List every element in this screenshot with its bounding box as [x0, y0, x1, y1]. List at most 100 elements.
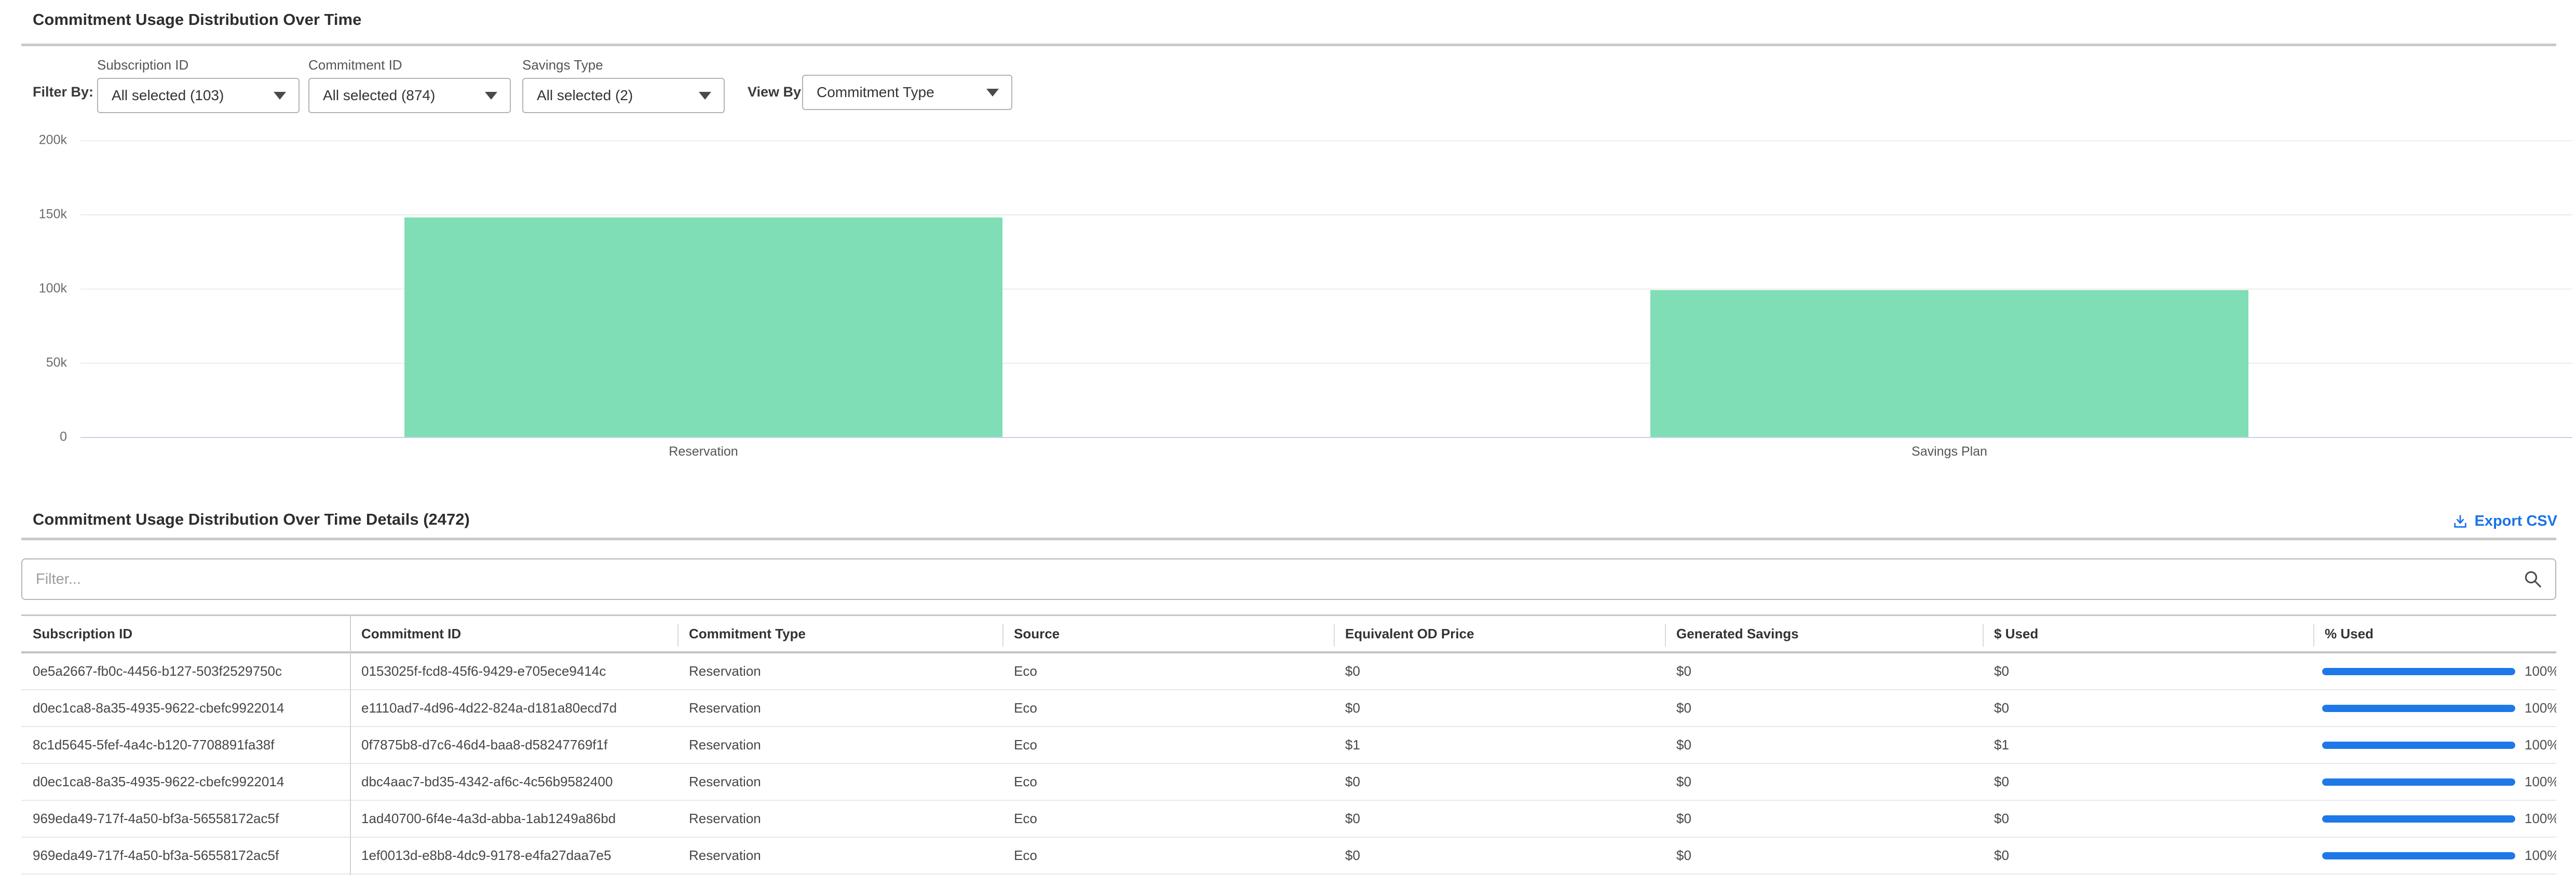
cell-subscription-id: 969eda49-717f-4a50-bf3a-56558172ac5f: [21, 847, 350, 864]
chevron-down-icon: [274, 92, 286, 100]
cell-equivalent-od-price: $0: [1334, 700, 1665, 716]
page-title: Commitment Usage Distribution Over Time: [33, 10, 361, 29]
cell-used-percent: 100%: [2313, 811, 2556, 827]
table-header-row: Subscription IDCommitment IDCommitment T…: [21, 614, 2556, 653]
cell-used-dollars: $0: [1983, 774, 2313, 790]
cell-used-dollars: $1: [1983, 737, 2313, 753]
details-table: Subscription IDCommitment IDCommitment T…: [21, 614, 2556, 875]
cell-source: Eco: [1002, 663, 1334, 679]
table-row: d0ec1ca8-8a35-4935-9622-cbefc9922014dbc4…: [21, 764, 2556, 801]
column-divider: [350, 614, 351, 875]
filter-group: Commitment ID All selected (874): [308, 57, 511, 113]
usage-progress-bar: [2322, 668, 2515, 675]
table-body: 0e5a2667-fb0c-4456-b127-503f2529750c0153…: [21, 653, 2556, 874]
gridline: [80, 437, 2572, 438]
used-percent-label: 100%: [2525, 663, 2556, 679]
view-by-dropdown[interactable]: Commitment Type: [802, 75, 1012, 110]
dropdown-value: All selected (2): [537, 87, 633, 104]
cell-source: Eco: [1002, 774, 1334, 790]
used-percent-label: 100%: [2525, 737, 2556, 753]
usage-progress-bar: [2322, 815, 2515, 823]
chart-band: Savings Plan: [1326, 140, 2572, 437]
cell-commitment-id: dbc4aac7-bd35-4342-af6c-4c56b9582400: [350, 774, 677, 790]
filter-by-label: Filter By:: [33, 84, 93, 100]
used-percent-label: 100%: [2525, 700, 2556, 716]
filter-dropdown-label: Savings Type: [522, 57, 725, 73]
cell-used-percent: 100%: [2313, 737, 2556, 753]
search-icon: [2523, 569, 2543, 589]
cell-commitment-type: Reservation: [677, 737, 1002, 753]
cell-commitment-type: Reservation: [677, 811, 1002, 827]
view-by-label: View By:: [748, 84, 806, 100]
cell-equivalent-od-price: $1: [1334, 737, 1665, 753]
filter-dropdown-subscription-id[interactable]: All selected (103): [97, 78, 300, 113]
bar-reservation[interactable]: [404, 217, 1002, 437]
cell-source: Eco: [1002, 700, 1334, 716]
cell-equivalent-od-price: $0: [1334, 811, 1665, 827]
table-filter-input[interactable]: [21, 558, 2556, 600]
cell-used-percent: 100%: [2313, 663, 2556, 679]
cell-commitment-id: 0153025f-fcd8-45f6-9429-e705ece9414c: [350, 663, 677, 679]
y-axis-tick: 100k: [39, 281, 67, 296]
cell-used-dollars: $0: [1983, 663, 2313, 679]
cell-source: Eco: [1002, 847, 1334, 864]
cell-used-percent: 100%: [2313, 774, 2556, 790]
cell-subscription-id: 969eda49-717f-4a50-bf3a-56558172ac5f: [21, 811, 350, 827]
column-header: % Used: [2313, 616, 2556, 651]
cell-equivalent-od-price: $0: [1334, 774, 1665, 790]
cell-equivalent-od-price: $0: [1334, 847, 1665, 864]
view-by-value: Commitment Type: [817, 84, 934, 101]
table-row: 969eda49-717f-4a50-bf3a-56558172ac5f1ad4…: [21, 801, 2556, 838]
y-axis-tick: 50k: [46, 356, 67, 371]
y-axis-tick: 200k: [39, 133, 67, 148]
export-csv-label: Export CSV: [2474, 513, 2557, 530]
table-row: 8c1d5645-5fef-4a4c-b120-7708891fa38f0f78…: [21, 727, 2556, 764]
filter-dropdown-label: Commitment ID: [308, 57, 511, 73]
section-divider: [21, 538, 2556, 540]
filter-dropdown-label: Subscription ID: [97, 57, 300, 73]
filter-group: Savings Type All selected (2): [522, 57, 725, 113]
cell-subscription-id: 0e5a2667-fb0c-4456-b127-503f2529750c: [21, 663, 350, 679]
bar-savings-plan[interactable]: [1650, 290, 2248, 437]
x-axis-label: Reservation: [80, 444, 1326, 459]
y-axis-tick: 0: [60, 430, 67, 445]
x-axis-label: Savings Plan: [1326, 444, 2572, 459]
column-header: Subscription ID: [21, 616, 350, 651]
cell-used-dollars: $0: [1983, 847, 2313, 864]
column-header: Commitment ID: [350, 616, 677, 651]
used-percent-label: 100%: [2525, 847, 2556, 864]
table-filter: [21, 558, 2556, 600]
cell-generated-savings: $0: [1665, 774, 1983, 790]
cell-commitment-id: 0f7875b8-d7c6-46d4-baa8-d58247769f1f: [350, 737, 677, 753]
dropdown-value: All selected (103): [112, 87, 224, 104]
column-header: Source: [1002, 616, 1334, 651]
usage-progress-bar: [2322, 742, 2515, 749]
table-row: d0ec1ca8-8a35-4935-9622-cbefc9922014e111…: [21, 690, 2556, 727]
cell-used-dollars: $0: [1983, 700, 2313, 716]
filter-dropdown-commitment-id[interactable]: All selected (874): [308, 78, 511, 113]
cell-commitment-type: Reservation: [677, 774, 1002, 790]
chart-band: Reservation: [80, 140, 1326, 437]
table-row: 0e5a2667-fb0c-4456-b127-503f2529750c0153…: [21, 653, 2556, 690]
commitment-usage-page: Commitment Usage Distribution Over Time …: [0, 0, 2576, 875]
details-title: Commitment Usage Distribution Over Time …: [33, 510, 470, 529]
cell-used-percent: 100%: [2313, 700, 2556, 716]
column-header: Generated Savings: [1665, 616, 1983, 651]
used-percent-label: 100%: [2525, 811, 2556, 827]
cell-generated-savings: $0: [1665, 663, 1983, 679]
chevron-down-icon: [986, 89, 999, 97]
export-csv-button[interactable]: Export CSV: [2452, 513, 2557, 530]
cell-subscription-id: d0ec1ca8-8a35-4935-9622-cbefc9922014: [21, 700, 350, 716]
filter-dropdown-savings-type[interactable]: All selected (2): [522, 78, 725, 113]
chevron-down-icon: [485, 92, 497, 100]
usage-progress-bar: [2322, 852, 2515, 859]
table-row: 969eda49-717f-4a50-bf3a-56558172ac5f1ef0…: [21, 838, 2556, 874]
usage-progress-bar: [2322, 778, 2515, 786]
cell-subscription-id: d0ec1ca8-8a35-4935-9622-cbefc9922014: [21, 774, 350, 790]
view-by-group: Commitment Type: [802, 75, 1012, 110]
usage-progress-bar: [2322, 705, 2515, 712]
cell-used-percent: 100%: [2313, 847, 2556, 864]
cell-commitment-type: Reservation: [677, 663, 1002, 679]
column-header: Commitment Type: [677, 616, 1002, 651]
commitment-usage-bar-chart: 200k150k100k50k0ReservationSavings Plan: [80, 140, 2572, 437]
